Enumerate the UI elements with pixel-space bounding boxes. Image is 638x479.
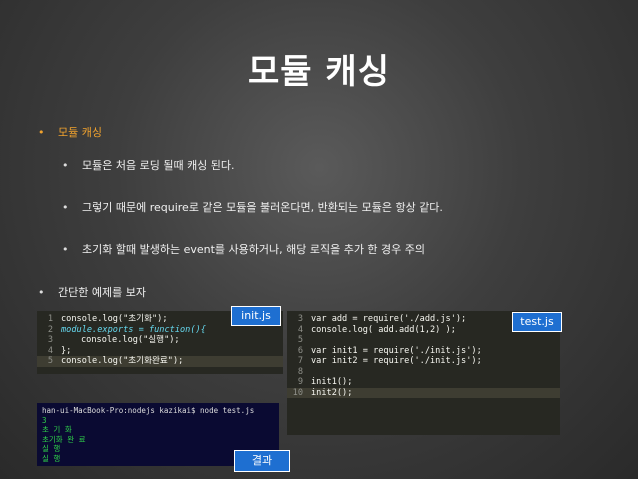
- code-line-8: 8: [297, 366, 303, 377]
- bullet-dot: •: [38, 286, 45, 299]
- terminal-line: 초 기 화: [42, 425, 72, 434]
- bullet-text: 초기화 할때 발생하는 event를 사용하거나, 해당 로직을 추가 한 경우…: [82, 243, 426, 256]
- test-js-label: test.js: [512, 312, 562, 332]
- code-line-5: 5: [297, 335, 303, 345]
- bullet-text: 그렇기 때문에 require로 같은 모듈을 불러온다면, 반환되는 모듈은 …: [82, 201, 443, 214]
- bullet-module-caching: • 모듈 캐싱: [38, 124, 102, 140]
- terminal-prompt: han-ui-MacBook-Pro:nodejs kazikai$ node …: [42, 406, 255, 415]
- terminal-line: 초기화 완 료: [42, 434, 86, 444]
- code-line-6: 6 var init1 = require('./init.js');: [297, 345, 482, 356]
- code-line-4: 4};: [47, 345, 72, 356]
- bullet-same-module: • 그렇기 때문에 require로 같은 모듈을 불러온다면, 반환되는 모듈은…: [62, 199, 443, 215]
- result-label: 결과: [234, 450, 290, 472]
- bullet-example: • 간단한 예제를 보자: [38, 284, 146, 300]
- slide-title: 모듈 캐싱: [248, 52, 390, 92]
- bullet-dot: •: [62, 243, 69, 256]
- code-line-10: 10 init2();: [287, 387, 560, 398]
- code-line-9: 9 init1();: [297, 377, 353, 387]
- code-line-5: 5 console.log("초기화완료");: [37, 356, 283, 367]
- code-line-7: 7 var init2 = require('./init.js');: [297, 356, 482, 366]
- code-line-2: 2 module.exports = function(){: [47, 324, 206, 335]
- bullet-dot: •: [38, 126, 45, 139]
- bullet-dot: •: [62, 159, 69, 172]
- bullet-text: 모듈은 처음 로딩 될때 캐싱 된다.: [82, 159, 235, 172]
- bullet-cached-on-first-load: • 모듈은 처음 로딩 될때 캐싱 된다.: [62, 157, 235, 173]
- code-line-3: 3 console.log("실행");: [47, 335, 180, 345]
- terminal-line: 3: [42, 415, 47, 425]
- bullet-text: 간단한 예제를 보자: [58, 286, 146, 299]
- bullet-dot: •: [62, 201, 69, 214]
- init-js-label: init.js: [231, 306, 281, 326]
- bullet-caution: • 초기화 할때 발생하는 event를 사용하거나, 해당 로직을 추가 한 경…: [62, 241, 425, 257]
- bullet-text: 모듈 캐싱: [58, 126, 102, 139]
